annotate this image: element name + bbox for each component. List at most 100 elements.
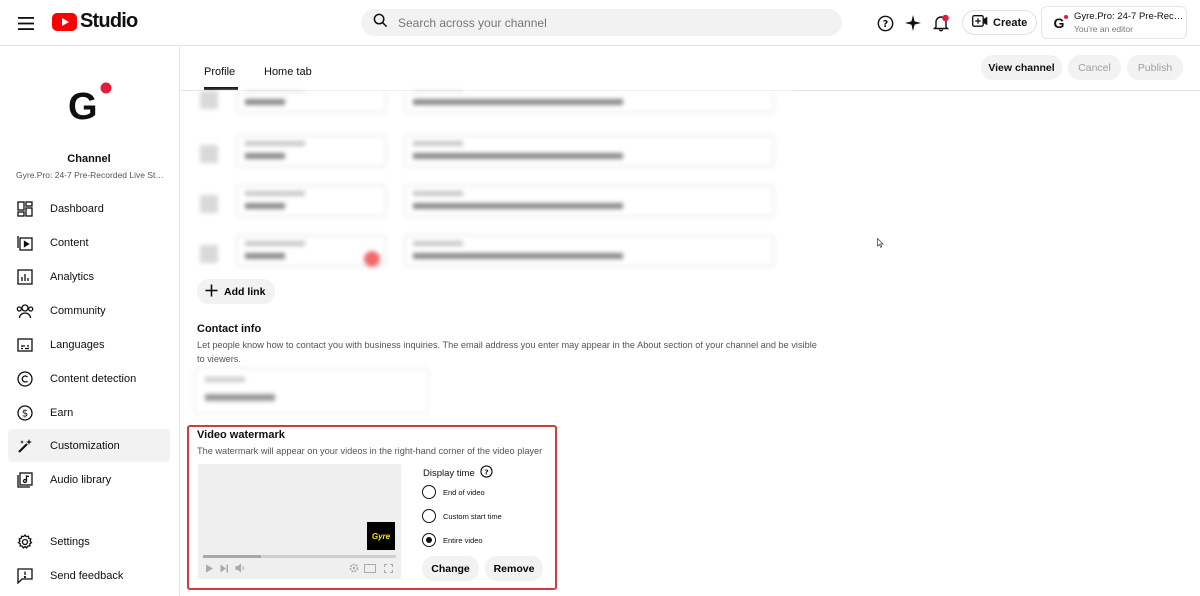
- sidebar-item-send-feedback[interactable]: Send feedback: [8, 559, 170, 592]
- customization-icon: [16, 437, 34, 455]
- player-progress-fill: [203, 555, 261, 558]
- watermark-preview-player: Gyre: [198, 464, 401, 579]
- earn-icon: $: [16, 404, 34, 422]
- svg-text:?: ?: [882, 18, 887, 29]
- radio-button[interactable]: [422, 485, 436, 499]
- channel-label: Channel: [67, 153, 111, 165]
- watermark-image: Gyre: [367, 522, 395, 550]
- contact-info-title: Contact info: [197, 323, 262, 335]
- notifications-icon[interactable]: [929, 11, 953, 35]
- search-bar[interactable]: [361, 9, 842, 36]
- radio-custom-start-time[interactable]: Custom start time: [422, 509, 502, 523]
- account-avatar: G: [1050, 14, 1068, 32]
- add-link-label: Add link: [224, 285, 266, 298]
- sidebar-item-languages[interactable]: Languages: [8, 328, 170, 361]
- channel-avatar[interactable]: G: [66, 82, 114, 130]
- theater-mode-icon: [364, 562, 376, 574]
- sidebar-item-label: Content detection: [50, 372, 137, 385]
- player-progress-bar: [203, 555, 396, 558]
- settings-icon: [348, 562, 360, 574]
- account-name: Gyre.Pro: 24-7 Pre-Recorded Live Streams: [1074, 10, 1184, 22]
- sidebar-item-dashboard[interactable]: Dashboard: [8, 192, 170, 225]
- sparkle-icon[interactable]: [901, 11, 925, 35]
- display-time-text: Display time: [423, 467, 475, 479]
- plus-icon: [205, 284, 218, 300]
- top-bar: Studio ? Create G Gyre.Pro: 24-7 Pre-Rec…: [0, 0, 1200, 46]
- sidebar-item-audio-library[interactable]: Audio library: [8, 463, 170, 496]
- radio-label: Custom start time: [443, 511, 502, 521]
- sidebar-item-earn[interactable]: $ Earn: [8, 396, 170, 429]
- add-link-button[interactable]: Add link: [197, 279, 276, 304]
- community-icon: [16, 302, 34, 320]
- content-icon: [16, 234, 34, 252]
- radio-label: Entire video: [443, 535, 483, 545]
- sidebar-item-label: Dashboard: [50, 202, 104, 215]
- mouse-cursor-icon: [877, 235, 884, 253]
- gear-icon: [16, 533, 34, 551]
- sidebar-item-customization[interactable]: Customization: [8, 429, 170, 462]
- audio-library-icon: [16, 471, 34, 489]
- search-input[interactable]: [398, 15, 818, 30]
- page-tabs: Profile Home tab View channel Cancel Pub…: [181, 47, 1200, 91]
- copyright-icon: [16, 370, 34, 388]
- change-watermark-button[interactable]: Change: [422, 556, 479, 581]
- sidebar-item-label: Analytics: [50, 270, 95, 283]
- tab-profile[interactable]: Profile: [204, 66, 235, 78]
- account-avatar-letter: G: [1053, 14, 1065, 31]
- svg-text:G: G: [68, 86, 98, 128]
- analytics-icon: [16, 268, 34, 286]
- sidebar-item-label: Community: [50, 304, 106, 317]
- cancel-button[interactable]: Cancel: [1068, 55, 1121, 80]
- radio-entire-video[interactable]: Entire video: [422, 533, 483, 547]
- watermark-badge-text: Gyre: [371, 531, 391, 541]
- radio-end-of-video[interactable]: End of video: [422, 485, 485, 499]
- radio-button[interactable]: [422, 509, 436, 523]
- radio-label: End of video: [443, 487, 485, 497]
- contact-info-description: Let people know how to contact you with …: [197, 340, 817, 364]
- remove-watermark-button[interactable]: Remove: [485, 556, 543, 581]
- feedback-icon: [16, 567, 34, 585]
- account-role: You're an editor: [1074, 23, 1133, 34]
- help-icon[interactable]: ?: [480, 465, 493, 481]
- link-row: [196, 91, 794, 125]
- link-row: [196, 183, 794, 229]
- sidebar-item-community[interactable]: Community: [8, 294, 170, 327]
- watermark-description: The watermark will appear on your videos…: [197, 446, 543, 456]
- view-channel-button[interactable]: View channel: [981, 55, 1062, 80]
- link-row: [196, 233, 794, 274]
- play-icon: [203, 562, 215, 574]
- logo-text: Studio: [80, 10, 138, 32]
- channel-name: Gyre.Pro: 24-7 Pre-Recorded Live Streams: [16, 170, 166, 180]
- account-switcher[interactable]: G Gyre.Pro: 24-7 Pre-Recorded Live Strea…: [1041, 6, 1187, 39]
- search-icon: [373, 13, 388, 33]
- create-video-icon: [972, 15, 988, 30]
- youtube-logo-icon: [52, 12, 77, 31]
- publish-button[interactable]: Publish: [1127, 55, 1183, 80]
- create-label: Create: [993, 16, 1028, 29]
- create-button[interactable]: Create: [962, 10, 1038, 35]
- sidebar-item-content-detection[interactable]: Content detection: [8, 362, 170, 395]
- sidebar-item-label: Earn: [50, 406, 74, 419]
- delete-link-icon: [364, 251, 380, 267]
- sidebar: G Channel Gyre.Pro: 24-7 Pre-Recorded Li…: [0, 46, 180, 596]
- menu-icon[interactable]: [14, 11, 38, 35]
- display-time-label: Display time ?: [423, 465, 493, 481]
- studio-logo[interactable]: Studio: [52, 10, 138, 33]
- next-icon: [218, 562, 230, 574]
- help-icon[interactable]: ?: [873, 11, 897, 35]
- svg-text:?: ?: [484, 467, 488, 476]
- sidebar-item-label: Send feedback: [50, 569, 124, 582]
- radio-button-checked[interactable]: [422, 533, 436, 547]
- sidebar-item-label: Content: [50, 236, 89, 249]
- sidebar-item-analytics[interactable]: Analytics: [8, 260, 170, 293]
- links-list-blurred: [196, 91, 794, 274]
- email-field-blurred[interactable]: [194, 368, 429, 414]
- sidebar-item-label: Settings: [50, 535, 90, 548]
- volume-icon: [234, 562, 246, 574]
- watermark-title: Video watermark: [197, 429, 285, 441]
- sidebar-item-content[interactable]: Content: [8, 226, 170, 259]
- svg-text:$: $: [22, 408, 28, 419]
- tab-home[interactable]: Home tab: [264, 66, 312, 78]
- sidebar-item-settings[interactable]: Settings: [8, 525, 170, 558]
- link-row: [196, 133, 794, 179]
